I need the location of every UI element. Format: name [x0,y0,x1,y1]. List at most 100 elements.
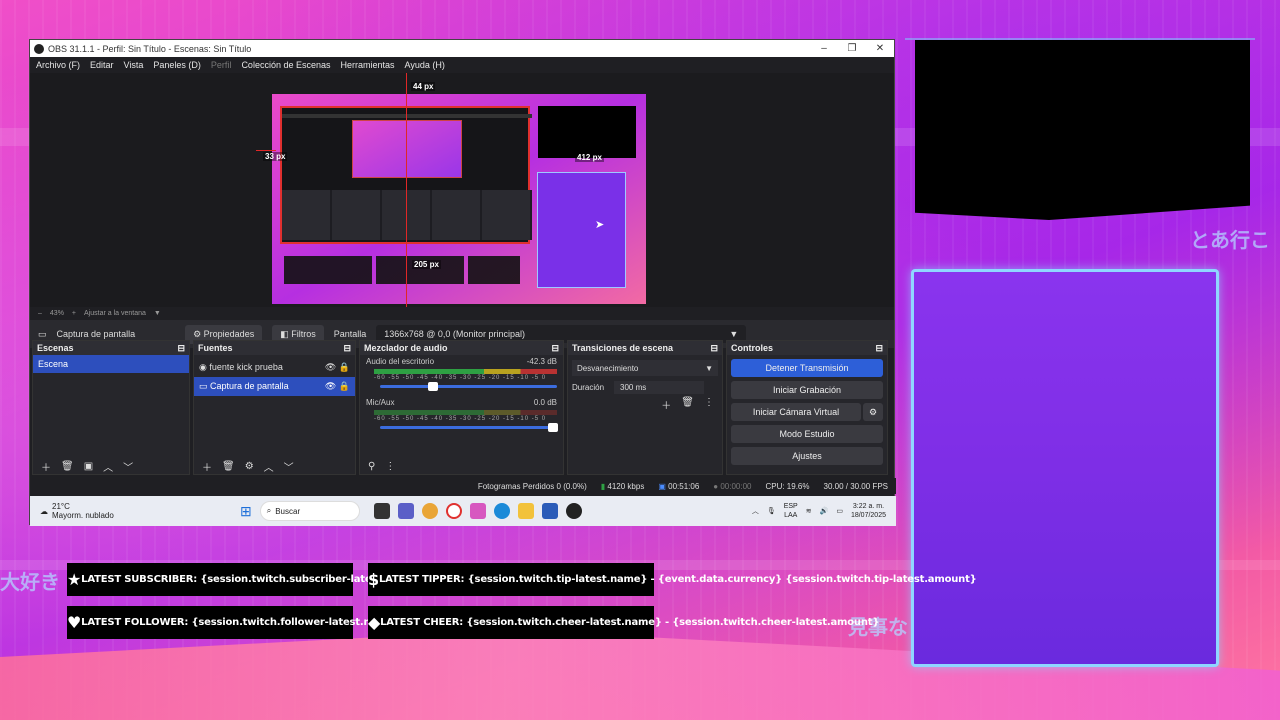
studio-mode-button[interactable]: Modo Estudio [731,425,883,443]
start-virtual-camera-button[interactable]: Iniciar Cámara Virtual [731,403,861,421]
dock-menu-icon[interactable]: ⊟ [177,343,185,354]
add-icon[interactable]: ＋ [41,459,51,474]
nested-preview [352,120,462,178]
zoom-in-button[interactable]: + [72,310,76,317]
nested-docks [282,190,532,240]
gear-icon[interactable]: ⚙ [863,403,883,421]
dock-menu-icon[interactable]: ⊟ [551,343,559,354]
weather-widget[interactable]: ☁ 21°C Mayorm. nublado [30,502,240,520]
zoom-out-button[interactable]: – [38,310,42,317]
battery-icon[interactable]: ▭ [836,507,843,515]
fit-window-button[interactable]: Ajustar a la ventana [84,310,146,317]
zoom-bar: – 43% + Ajustar a la ventana ▼ [30,307,894,320]
source-item-text: Captura de pantalla [210,381,289,391]
volume-slider[interactable] [380,382,557,391]
meter-scale: -60 -55 -50 -45 -40 -35 -30 -25 -20 -15 … [374,416,547,422]
minimize-button[interactable]: – [810,43,838,54]
trash-icon[interactable]: 🗑 [61,461,74,472]
scenes-dock: Escenas ⊟ Escena ＋ 🗑 ▣ ︿ ﹀ [32,340,190,475]
eye-lock-icons[interactable]: 👁 🔒 [325,362,350,373]
clock-date: 18/07/2025 [850,512,886,519]
wifi-icon[interactable]: ≋ [806,507,812,515]
duration-row: Duración 300 ms [572,381,718,394]
menu-paneles[interactable]: Paneles (D) [153,60,201,70]
monitor-icon: ▭ [38,328,47,339]
channel-db: 0.0 dB [533,398,557,407]
taskbar-apps [373,503,582,519]
maximize-button[interactable]: ❐ [838,43,866,54]
volume-slider[interactable] [380,423,558,432]
scene-item[interactable]: Escena [33,355,189,373]
transition-select[interactable]: Desvanecimiento ▼ [572,360,718,376]
chevron-up-icon[interactable]: ︿ [752,506,759,516]
lang2: LAA [784,512,798,519]
menu-vista[interactable]: Vista [124,60,144,70]
menu-coleccion[interactable]: Colección de Escenas [241,60,330,70]
volume-icon[interactable]: 🔊 [820,507,829,515]
dock-menu-icon[interactable]: ⊟ [875,343,883,354]
move-up-icon[interactable]: ︿ [103,459,113,474]
duration-input[interactable]: 300 ms [614,381,705,394]
teams-icon[interactable] [397,503,414,519]
channel-db: -42.3 dB [526,357,557,366]
alert-text: LATEST TIPPER: {session.twitch.tip-lates… [378,574,977,585]
meter-scale: -60 -55 -50 -45 -40 -35 -30 -25 -20 -15 … [374,375,547,381]
bitrate-value: 4120 kbps [607,481,645,491]
opera-icon[interactable] [445,503,462,519]
obs-taskbar-icon[interactable] [565,503,582,519]
slider-knob[interactable] [428,382,438,391]
file-explorer-icon[interactable] [517,503,534,519]
start-recording-button[interactable]: Iniciar Grabación [731,381,883,399]
clock[interactable]: 3:22 a. m. 18/07/2025 [851,502,886,520]
task-view-icon[interactable] [373,503,390,519]
taskbar-search[interactable]: ⌕ Buscar [259,501,360,521]
preview-canvas[interactable] [272,94,646,304]
settings-button[interactable]: Ajustes [731,447,883,465]
filters-label: Filtros [291,328,316,339]
menu-perfil[interactable]: Perfil [211,60,232,70]
menu-ayuda[interactable]: Ayuda (H) [405,60,445,70]
move-down-icon[interactable]: ﹀ [123,459,133,474]
more-icon[interactable]: ⋮ [385,461,395,472]
menu-herramientas[interactable]: Herramientas [341,60,395,70]
mouse-cursor-icon: ➤ [595,219,605,231]
close-button[interactable]: ✕ [866,43,894,54]
add-icon[interactable]: ＋ [202,459,212,474]
eye-lock-icons[interactable]: 👁 🔒 [325,381,350,392]
link-icon[interactable]: ⚲ [368,461,375,472]
stop-stream-button[interactable]: Detener Transmisión [731,359,883,377]
sources-dock-header: Fuentes ⊟ [194,341,355,355]
add-icon[interactable]: ＋ [661,397,671,412]
trash-icon[interactable]: 🗑 [681,397,694,412]
more-icon[interactable]: ⋮ [704,397,714,412]
menu-archivo[interactable]: Archivo (F) [36,60,80,70]
preview-alerts [284,256,520,284]
move-down-icon[interactable]: ﹀ [284,459,294,474]
move-up-icon[interactable]: ︿ [264,459,274,474]
controls-dock-header: Controles ⊟ [727,341,887,355]
menu-editar[interactable]: Editar [90,60,114,70]
windows-start-icon[interactable]: ⊞ [240,503,252,520]
copilot-icon[interactable] [469,503,486,519]
chrome-icon[interactable] [421,503,438,519]
transition-select-value: Desvanecimiento [577,363,639,373]
dock-menu-icon[interactable]: ⊟ [343,343,351,354]
slider-knob[interactable] [548,423,558,432]
gear-icon[interactable]: ⚙ [245,461,254,472]
source-item[interactable]: ◉ fuente kick prueba 👁 🔒 [194,358,355,377]
stream-time-value: 00:51:06 [668,481,700,491]
preview-area[interactable]: 44 px 33 px 412 px 205 px ➤ [30,73,894,307]
microphone-icon[interactable]: 🎙 [767,507,776,515]
alert-latest-tipper: $ LATEST TIPPER: {session.twitch.tip-lat… [368,563,977,596]
filter-icon[interactable]: ▣ [84,461,93,472]
dock-menu-icon[interactable]: ⊟ [710,343,718,354]
volume-meter [374,369,557,374]
trash-icon[interactable]: 🗑 [222,461,235,472]
alert-latest-cheer: ◆ LATEST CHEER: {session.twitch.cheer-la… [368,606,879,639]
word-icon[interactable] [541,503,558,519]
chevron-down-icon[interactable]: ▼ [154,310,161,317]
source-item[interactable]: ▭ Captura de pantalla 👁 🔒 [194,377,355,396]
edge-icon[interactable] [493,503,510,519]
language-indicator[interactable]: ESP LAA [784,502,798,520]
nested-screen-capture[interactable] [280,106,532,244]
